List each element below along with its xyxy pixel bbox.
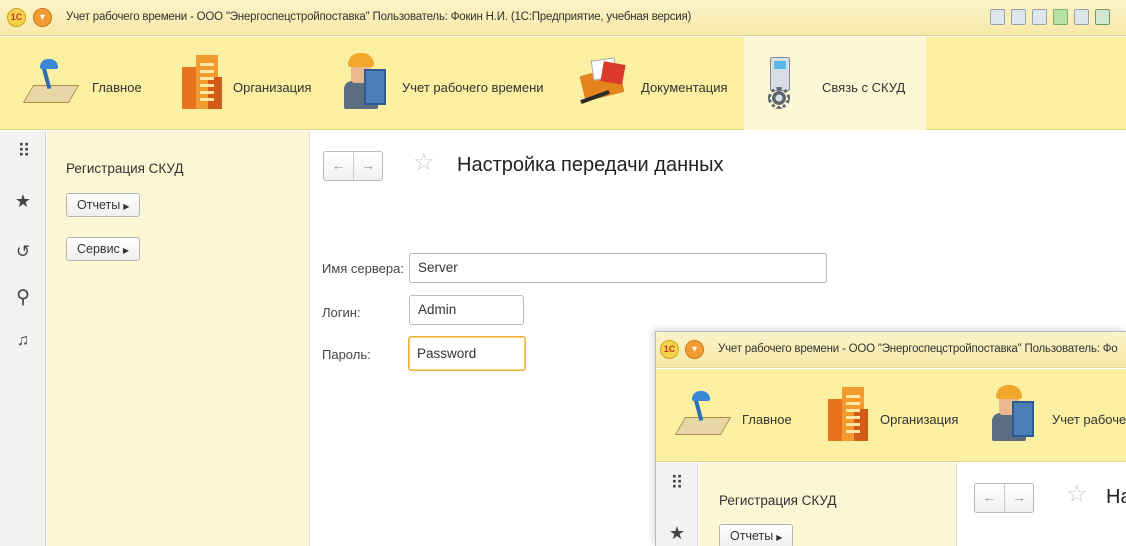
1c-logo-icon[interactable]: 1С (7, 8, 26, 27)
title-bar: 1С ▾ Учет рабочего времени - ООО "Энерго… (0, 0, 1126, 36)
section-label: Связь с СКУД (822, 80, 906, 95)
login-input[interactable]: Admin (409, 295, 524, 325)
copy-icon[interactable] (1074, 9, 1089, 25)
history-nav: ← → (974, 483, 1034, 513)
upload-icon[interactable] (1053, 9, 1068, 25)
buildings-icon (824, 387, 870, 443)
skud-device-icon (766, 57, 794, 109)
worker-icon (988, 385, 1038, 443)
navigation-panel: Регистрация СКУД Отчеты ▶ Сервис ▶ (47, 131, 310, 546)
overlay-navigation-panel: Регистрация СКУД Отчеты ▶ (699, 463, 957, 546)
section-label: Учет рабоче (1052, 412, 1126, 427)
overlay-form-area: ← → ☆ На (958, 463, 1126, 546)
section-organization[interactable]: Организация (172, 37, 322, 130)
reports-button[interactable]: Отчеты ▶ (66, 193, 141, 217)
title-toolbar (990, 9, 1110, 25)
password-label: Пароль: (322, 347, 371, 362)
section-label: Учет рабочего времени (402, 80, 544, 95)
overlay-window: 1С ▾ Учет рабочего времени - ООО "Энерго… (655, 331, 1126, 546)
favorite-star-icon[interactable]: ☆ (1066, 480, 1088, 509)
section-main[interactable]: Главное (18, 37, 168, 130)
overlay-left-toolbar: ⠿ ★ (656, 463, 698, 546)
overlay-window-title: Учет рабочего времени - ООО "Энергоспецс… (718, 343, 1118, 355)
service-button[interactable]: Сервис ▶ (66, 237, 140, 261)
window-title: Учет рабочего времени - ООО "Энергоспецс… (66, 11, 692, 23)
section-work-time[interactable]: Учет рабоче (980, 369, 1126, 462)
history-icon[interactable]: ↺ (0, 242, 46, 262)
back-arrow-icon[interactable]: ← (975, 484, 1004, 512)
login-label: Логин: (322, 305, 361, 320)
nav-panel-title: Регистрация СКУД (66, 161, 184, 176)
forward-arrow-icon[interactable]: → (353, 152, 382, 180)
worker-icon (340, 53, 390, 111)
notifications-bell-icon[interactable]: ♫ (0, 332, 46, 350)
section-main[interactable]: Главное (670, 369, 820, 462)
search-icon[interactable]: ⚲ (0, 286, 46, 309)
desk-lamp-icon (674, 391, 732, 443)
reports-button-label: Отчеты (730, 529, 774, 543)
overlay-title-bar: 1С ▾ Учет рабочего времени - ООО "Энерго… (656, 332, 1126, 368)
section-label: Главное (742, 412, 792, 427)
left-toolbar: ⠿ ★ ↺ ⚲ ♫ (0, 131, 46, 546)
section-organization[interactable]: Организация (818, 369, 968, 462)
server-name-label: Имя сервера: (322, 261, 404, 276)
apps-grid-icon[interactable]: ⠿ (0, 141, 46, 162)
back-arrow-icon[interactable]: ← (324, 152, 353, 180)
sections-panel: Главное Организация Учет рабочего времен… (0, 37, 1126, 130)
password-input[interactable]: Password (408, 336, 526, 371)
desk-lamp-icon (22, 59, 80, 111)
section-documentation[interactable]: Документация (572, 37, 742, 130)
favorites-star-icon[interactable]: ★ (0, 191, 46, 212)
section-work-time[interactable]: Учет рабочего времени (332, 37, 562, 130)
overlay-sections-panel: Главное Организация Учет рабоче (656, 369, 1126, 462)
main-menu-button[interactable]: ▾ (33, 8, 52, 27)
nav-panel-title: Регистрация СКУД (719, 493, 837, 508)
calculator-icon[interactable] (1095, 9, 1110, 25)
print-icon[interactable] (1011, 9, 1026, 25)
server-name-input[interactable]: Server (409, 253, 827, 283)
service-button-label: Сервис (77, 242, 120, 256)
forward-arrow-icon[interactable]: → (1004, 484, 1033, 512)
apps-grid-icon[interactable]: ⠿ (656, 473, 698, 494)
save-icon[interactable] (990, 9, 1005, 25)
history-nav: ← → (323, 151, 383, 181)
favorites-star-icon[interactable]: ★ (656, 523, 698, 544)
favorite-star-icon[interactable]: ☆ (413, 148, 435, 177)
reports-button-label: Отчеты (77, 198, 121, 212)
section-label: Организация (880, 412, 959, 427)
section-label: Организация (233, 80, 312, 95)
preview-icon[interactable] (1032, 9, 1047, 25)
section-label: Документация (641, 80, 728, 95)
main-menu-button[interactable]: ▾ (685, 340, 704, 359)
section-label: Главное (92, 80, 142, 95)
documents-box-icon (578, 55, 628, 105)
overlay-form-title: На (1106, 486, 1126, 508)
1c-logo-icon[interactable]: 1С (660, 340, 679, 359)
form-title: Настройка передачи данных (457, 154, 724, 176)
buildings-icon (178, 55, 224, 111)
reports-button[interactable]: Отчеты ▶ (719, 524, 794, 546)
section-skud[interactable]: Связь с СКУД (744, 37, 926, 130)
